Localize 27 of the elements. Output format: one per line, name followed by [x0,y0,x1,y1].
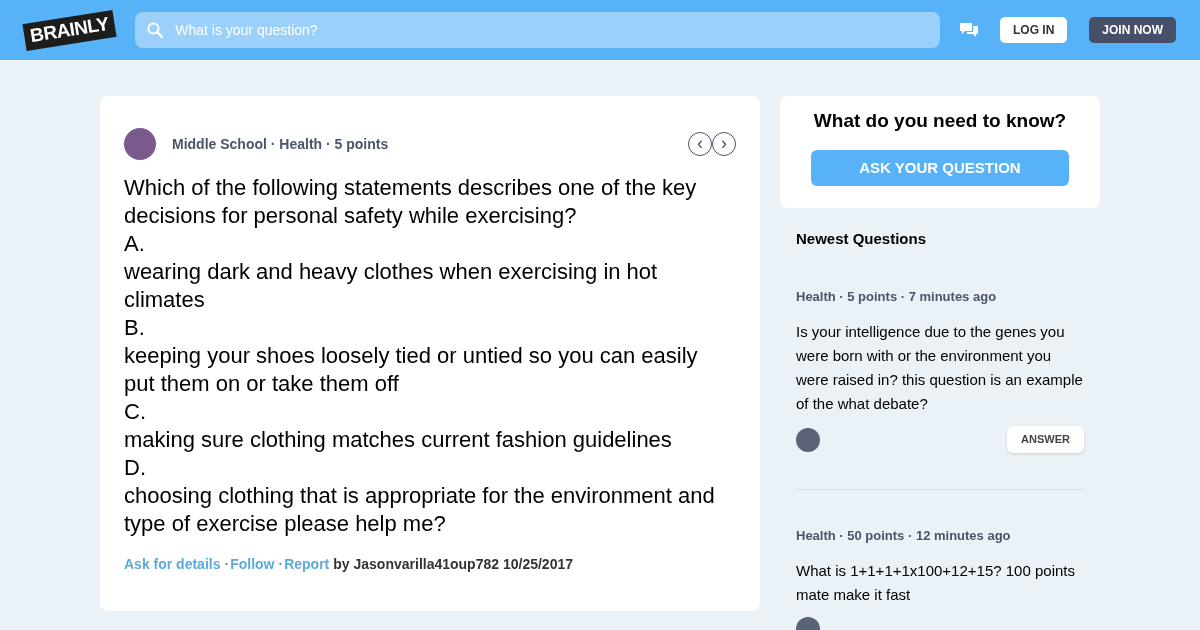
question-meta: Health · 50 points · 12 minutes ago [796,526,1012,545]
search-input[interactable]: What is your question? [173,18,928,42]
question-text: D. [124,454,147,482]
question-text[interactable]: Is your intelligence due to the genes you were born with or the environment you were raised in? this question is an example of the what debate? [796,320,1084,417]
question-meta: Health · 5 points · 7 minutes ago [796,287,998,306]
answer-button[interactable]: ANSWER [1007,426,1084,453]
question-text: B. [124,314,146,342]
question-text: wearing dark and heavy clothes when exercising in hot climates [124,258,659,314]
logo[interactable]: BRAINLY [22,9,117,51]
previous-button[interactable]: ‹ [688,132,712,156]
question-text: keeping your shoes loosely tied or untied so you can easily put them on or take them off [124,342,699,398]
ask-title: What do you need to know? [812,110,1068,133]
section-title: Newest Questions [796,229,928,250]
search-field[interactable]: What is your question? [135,12,940,48]
question-text: making sure clothing matches current fashion guidelines [124,426,673,454]
author-date: by Jasonvarilla41oup782 10/25/2017 [333,555,573,574]
question-text: C. [124,398,147,426]
separator-dot: · [278,555,284,574]
join-button[interactable]: JOIN NOW [1089,17,1176,43]
question-text: A. [124,230,146,258]
question-text: choosing clothing that is appropriate for the environment and type of exercise please help me? [124,482,716,538]
separator-dot: · [224,555,230,574]
login-button[interactable]: LOG IN [1000,17,1068,43]
question-text[interactable]: What is 1+1+1+1x100+12+15? 100 points mate make it fast [796,559,1084,608]
question-text: Which of the following statements describes one of the key decisions for personal safety while exercising? [124,174,698,230]
question-meta: Middle School · Health · 5 points [172,134,389,154]
next-button[interactable]: › [712,132,736,156]
